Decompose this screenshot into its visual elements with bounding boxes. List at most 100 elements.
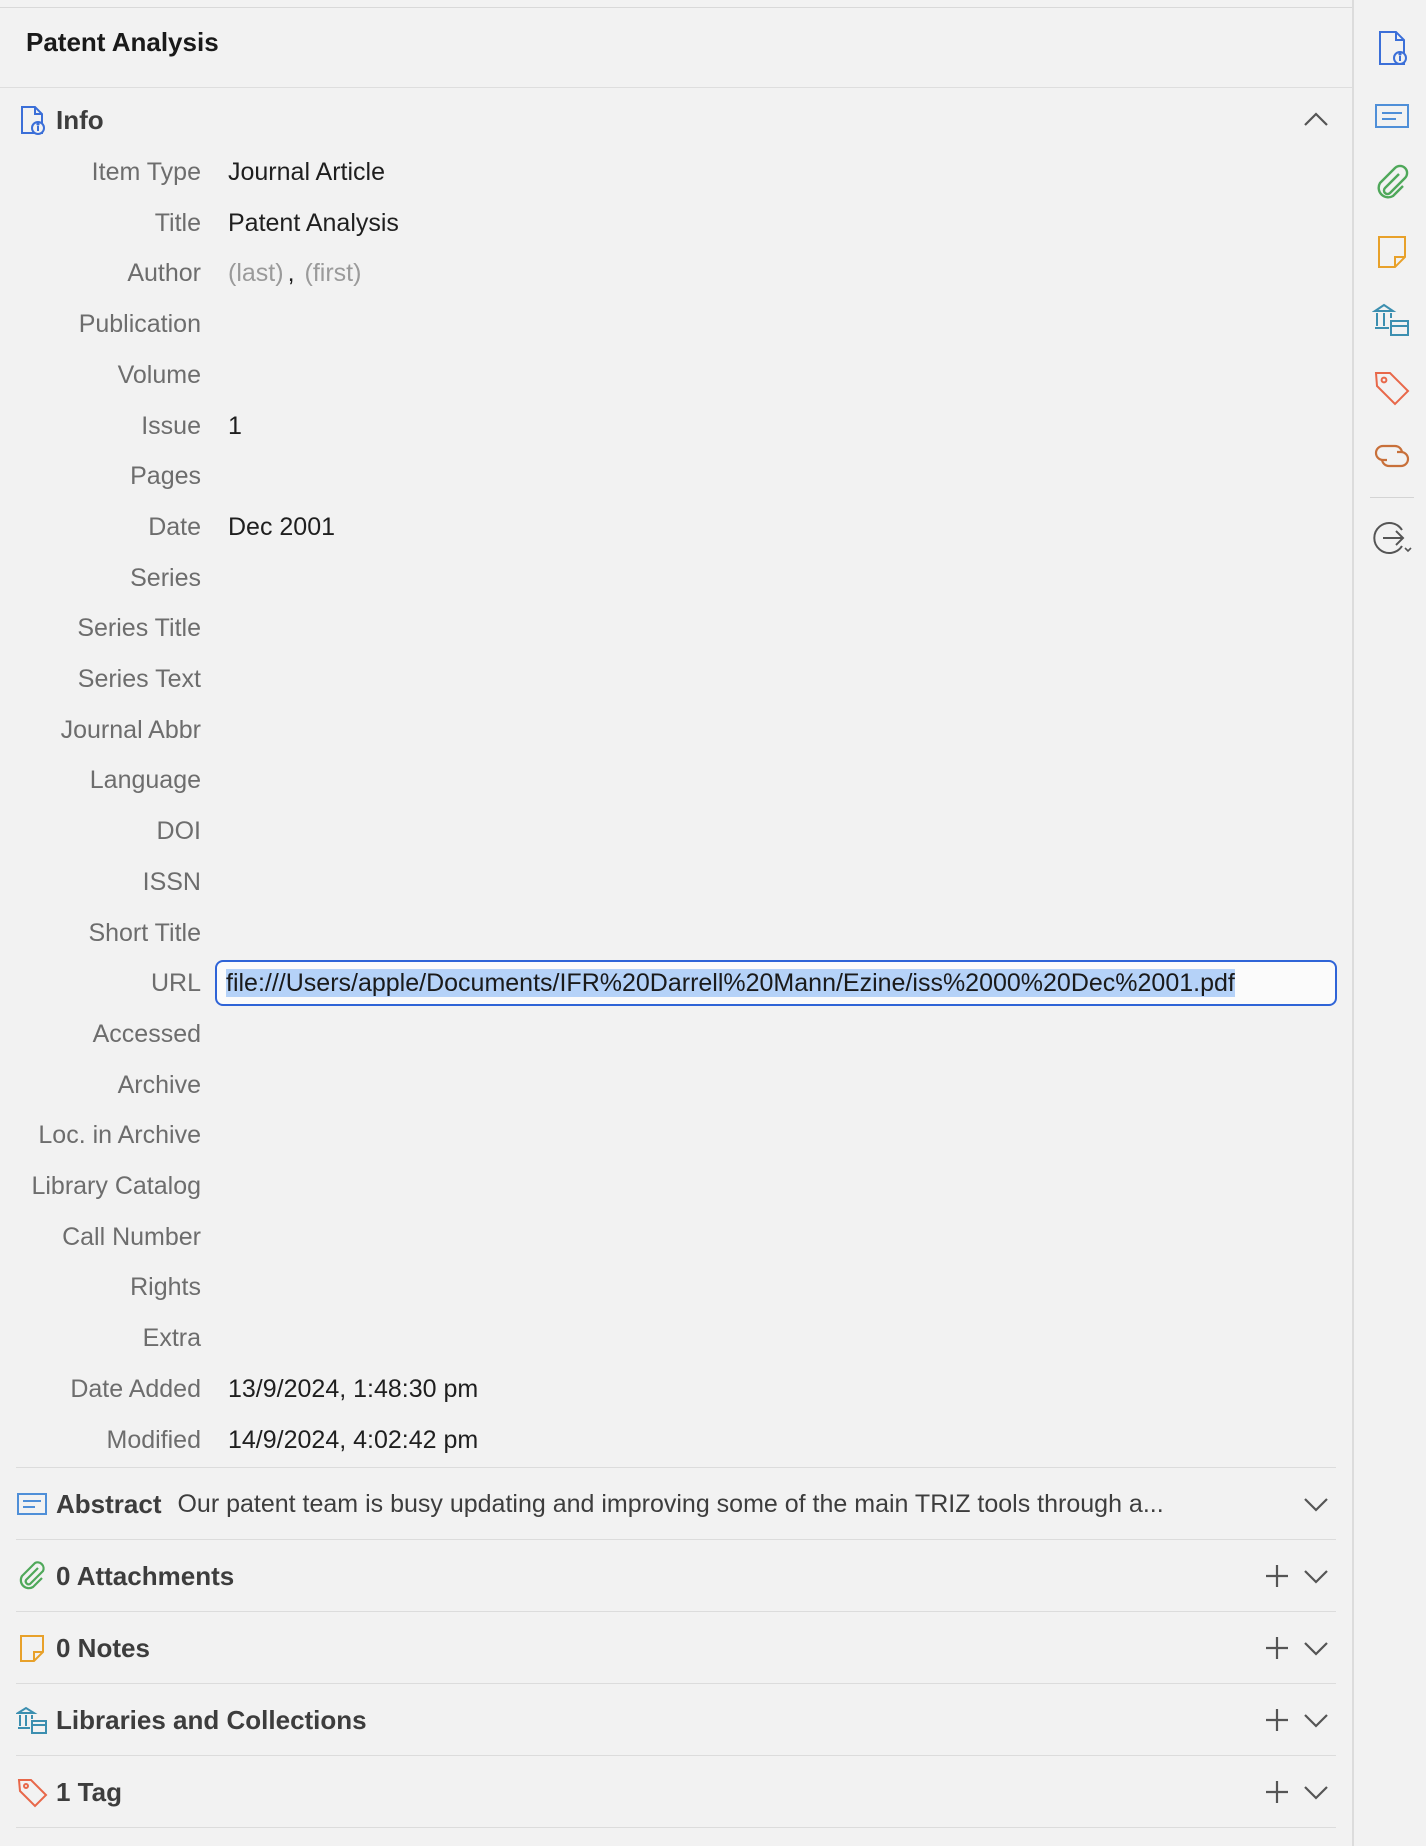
field-value[interactable]: Journal Article bbox=[228, 152, 385, 192]
info-section-title: Info bbox=[56, 104, 104, 135]
author-name-fields[interactable]: (last), (first) bbox=[228, 253, 361, 293]
section-divider bbox=[16, 1539, 1336, 1540]
field-row-rights[interactable]: Rights bbox=[0, 1267, 1352, 1307]
field-label: Publication bbox=[78, 310, 201, 338]
abstract-nav-icon[interactable] bbox=[1372, 96, 1412, 136]
section-divider bbox=[16, 1683, 1336, 1684]
field-label: Archive bbox=[117, 1071, 201, 1099]
field-row-archive[interactable]: Archive bbox=[0, 1065, 1352, 1105]
field-label: ISSN bbox=[142, 868, 201, 896]
field-row-modified[interactable]: Modified 14/9/2024, 4:02:42 pm bbox=[0, 1420, 1352, 1460]
section-divider bbox=[16, 1827, 1336, 1828]
notes-section-title: 0 Notes bbox=[56, 1632, 150, 1663]
field-row-language[interactable]: Language bbox=[0, 760, 1352, 800]
locate-menu-icon[interactable] bbox=[1372, 518, 1412, 558]
section-divider bbox=[16, 1611, 1336, 1612]
field-label: Volume bbox=[117, 361, 201, 389]
field-label: Date Added bbox=[70, 1375, 201, 1403]
notes-nav-icon[interactable] bbox=[1372, 232, 1412, 272]
related-nav-icon[interactable] bbox=[1372, 436, 1412, 476]
abstract-icon bbox=[16, 1488, 48, 1520]
field-label: Series bbox=[130, 564, 201, 592]
field-row-short-title[interactable]: Short Title bbox=[0, 913, 1352, 953]
field-value[interactable]: Patent Analysis bbox=[228, 203, 399, 243]
field-label: Title bbox=[154, 209, 201, 237]
field-row-accessed[interactable]: Accessed bbox=[0, 1014, 1352, 1054]
field-label: Extra bbox=[142, 1324, 201, 1352]
field-label: Series Text bbox=[77, 665, 201, 693]
field-row-pages[interactable]: Pages bbox=[0, 456, 1352, 496]
field-row-call-number[interactable]: Call Number bbox=[0, 1217, 1352, 1257]
field-label: Library Catalog bbox=[31, 1172, 201, 1200]
chevron-down-icon[interactable] bbox=[1302, 1778, 1330, 1806]
section-divider bbox=[16, 1755, 1336, 1756]
libraries-section-title: Libraries and Collections bbox=[56, 1704, 367, 1735]
tags-nav-icon[interactable] bbox=[1372, 368, 1412, 408]
section-divider bbox=[16, 1467, 1336, 1468]
field-row-series[interactable]: Series bbox=[0, 558, 1352, 598]
add-attachment-icon[interactable] bbox=[1263, 1562, 1291, 1590]
chevron-down-icon[interactable] bbox=[1302, 1706, 1330, 1734]
field-row-extra[interactable]: Extra bbox=[0, 1318, 1352, 1358]
abstract-section-header[interactable]: Abstract Our patent team is busy updatin… bbox=[16, 1488, 1164, 1520]
field-value[interactable]: 14/9/2024, 4:02:42 pm bbox=[228, 1420, 478, 1460]
libraries-nav-icon[interactable] bbox=[1372, 300, 1412, 340]
author-last-name-field[interactable]: (last) bbox=[228, 259, 284, 287]
field-row-author[interactable]: Author (last), (first) bbox=[0, 253, 1352, 293]
field-label: Date bbox=[148, 513, 201, 541]
field-row-loc-in-archive[interactable]: Loc. in Archive bbox=[0, 1115, 1352, 1155]
field-row-date[interactable]: Date Dec 2001 bbox=[0, 507, 1352, 547]
field-row-series-title[interactable]: Series Title bbox=[0, 608, 1352, 648]
chevron-down-icon[interactable] bbox=[1302, 1490, 1330, 1518]
url-input[interactable]: file:///Users/apple/Documents/IFR%20Darr… bbox=[215, 960, 1337, 1006]
chevron-up-icon[interactable] bbox=[1302, 106, 1330, 134]
field-label: Item Type bbox=[91, 158, 201, 186]
field-row-item-type[interactable]: Item Type Journal Article bbox=[0, 152, 1352, 192]
info-section-header[interactable]: Info bbox=[16, 104, 104, 136]
info-nav-icon[interactable] bbox=[1372, 28, 1412, 68]
field-row-journal-abbr[interactable]: Journal Abbr bbox=[0, 710, 1352, 750]
field-value[interactable]: Dec 2001 bbox=[228, 507, 335, 547]
add-tag-icon[interactable] bbox=[1263, 1778, 1291, 1806]
attachments-section-header[interactable]: 0 Attachments bbox=[16, 1560, 234, 1592]
chevron-down-icon[interactable] bbox=[1302, 1562, 1330, 1590]
field-row-title[interactable]: Title Patent Analysis bbox=[0, 203, 1352, 243]
abstract-preview: Our patent team is busy updating and imp… bbox=[177, 1489, 1164, 1518]
field-value[interactable]: 13/9/2024, 1:48:30 pm bbox=[228, 1369, 478, 1409]
author-first-name-field[interactable]: (first) bbox=[305, 259, 362, 287]
paperclip-icon bbox=[16, 1560, 48, 1592]
field-row-url[interactable]: URL file:///Users/apple/Documents/IFR%20D… bbox=[0, 960, 1352, 1006]
notes-section-header[interactable]: 0 Notes bbox=[16, 1632, 150, 1664]
library-collection-icon bbox=[14, 1704, 48, 1736]
field-row-series-text[interactable]: Series Text bbox=[0, 659, 1352, 699]
add-note-icon[interactable] bbox=[1263, 1634, 1291, 1662]
field-row-volume[interactable]: Volume bbox=[0, 355, 1352, 395]
field-label: Modified bbox=[106, 1426, 202, 1454]
field-label: Series Title bbox=[77, 614, 201, 642]
field-label: Short Title bbox=[88, 919, 201, 947]
field-row-publication[interactable]: Publication bbox=[0, 304, 1352, 344]
top-border bbox=[0, 7, 1352, 8]
field-label: Issue bbox=[141, 412, 201, 440]
field-label: Rights bbox=[130, 1273, 201, 1301]
attachments-section-title: 0 Attachments bbox=[56, 1560, 235, 1591]
field-value[interactable]: 1 bbox=[228, 406, 242, 446]
libraries-section-header[interactable]: Libraries and Collections bbox=[14, 1704, 367, 1736]
tags-section-header[interactable]: 1 Tag bbox=[16, 1776, 122, 1808]
attachments-nav-icon[interactable] bbox=[1372, 164, 1412, 204]
field-label: Pages bbox=[130, 462, 201, 490]
field-row-date-added[interactable]: Date Added 13/9/2024, 1:48:30 pm bbox=[0, 1369, 1352, 1409]
field-label: Language bbox=[89, 766, 201, 794]
add-to-collection-icon[interactable] bbox=[1263, 1706, 1291, 1734]
field-row-issue[interactable]: Issue 1 bbox=[0, 406, 1352, 446]
field-row-issn[interactable]: ISSN bbox=[0, 862, 1352, 902]
sidebar-divider bbox=[1370, 497, 1414, 498]
field-label: DOI bbox=[156, 817, 201, 845]
field-label: Author bbox=[127, 259, 201, 287]
chevron-down-icon[interactable] bbox=[1302, 1634, 1330, 1662]
url-selected-text: file:///Users/apple/Documents/IFR%20Darr… bbox=[226, 969, 1235, 997]
field-label: Call Number bbox=[62, 1223, 201, 1251]
field-row-library-catalog[interactable]: Library Catalog bbox=[0, 1166, 1352, 1206]
field-row-doi[interactable]: DOI bbox=[0, 811, 1352, 851]
field-label: URL bbox=[150, 969, 201, 997]
